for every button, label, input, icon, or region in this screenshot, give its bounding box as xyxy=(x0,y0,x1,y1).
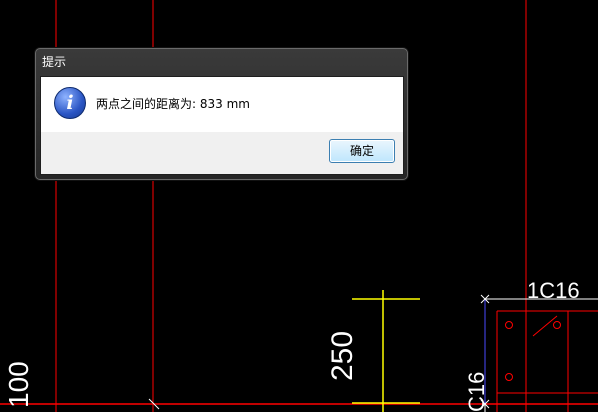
rebar-dot xyxy=(553,321,561,329)
dimension-label-100: 100 xyxy=(3,361,34,408)
dialog-message: 两点之间的距离为: 833 mm xyxy=(96,97,250,111)
dialog-title[interactable]: 提示 xyxy=(42,53,66,70)
message-dialog: 提示 i 两点之间的距离为: 833 mm 确定 xyxy=(35,48,408,180)
rebar-label-1c16: 1C16 xyxy=(527,278,580,303)
info-icon: i xyxy=(54,87,86,119)
rebar-dot xyxy=(505,373,513,381)
ok-button[interactable]: 确定 xyxy=(329,139,395,163)
dimension-label-250: 250 xyxy=(326,331,359,381)
message-area: i 两点之间的距离为: 833 mm xyxy=(41,77,403,132)
rebar-dot xyxy=(505,321,513,329)
dialog-body: i 两点之间的距离为: 833 mm 确定 xyxy=(40,76,404,175)
column-outline xyxy=(484,298,598,412)
rebar-label-c16: C16 xyxy=(464,372,489,412)
